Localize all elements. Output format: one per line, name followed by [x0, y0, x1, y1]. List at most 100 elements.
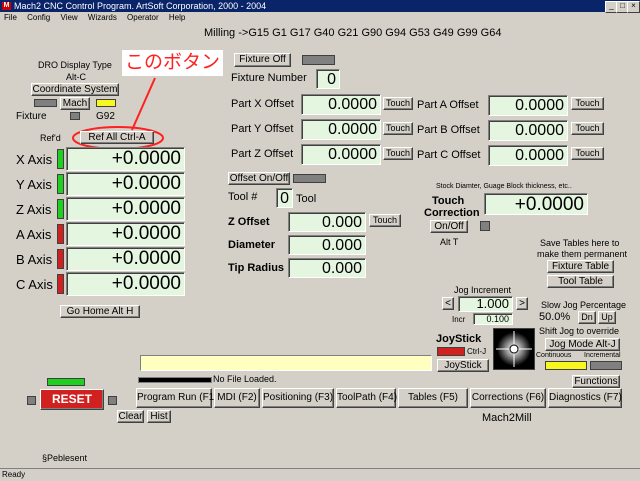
- menu-help[interactable]: Help: [169, 12, 185, 24]
- annotation-arrow: [131, 77, 156, 131]
- part-y-offset-field[interactable]: 0.0000: [301, 119, 381, 140]
- diameter-label: Diameter: [228, 239, 276, 251]
- joystick-pad[interactable]: [493, 328, 535, 370]
- z-offset-field[interactable]: 0.000: [288, 212, 366, 232]
- profile-label: Mach2Mill: [482, 412, 532, 424]
- jog-increase-button[interactable]: >: [516, 297, 528, 310]
- tab-diagnostics[interactable]: Diagnostics (F7): [548, 388, 622, 408]
- incremental-led: [590, 361, 622, 370]
- part-a-touch-button[interactable]: Touch: [571, 97, 604, 110]
- jog-slow-down-button[interactable]: Dn: [578, 311, 596, 324]
- joystick-crosshair-icon: [496, 331, 532, 367]
- part-b-offset-label: Part B Offset: [417, 124, 480, 136]
- fixture-off-led: [302, 55, 335, 65]
- x-axis-ref-led: [57, 149, 64, 169]
- tab-program-run[interactable]: Program Run (F1): [136, 388, 218, 408]
- fixture-table-button[interactable]: Fixture Table: [547, 260, 614, 273]
- jog-slow-up-button[interactable]: Up: [598, 311, 616, 324]
- pebles-text: §Pebles: [42, 453, 75, 463]
- tool-number-field[interactable]: 0: [276, 188, 293, 208]
- part-x-offset-field[interactable]: 0.0000: [301, 94, 381, 115]
- touch-correction-onoff-button[interactable]: On/Off: [430, 220, 468, 233]
- jog-decrease-button[interactable]: <: [442, 297, 454, 310]
- tool-number-label: Tool #: [228, 191, 258, 203]
- part-z-offset-field[interactable]: 0.0000: [301, 144, 381, 165]
- part-a-offset-field[interactable]: 0.0000: [488, 95, 568, 116]
- right-indicator-led: [108, 396, 117, 405]
- annotation-label: このボタン: [122, 50, 224, 76]
- fixture-label: Fixture: [16, 111, 47, 122]
- mach-led: [34, 99, 57, 107]
- fixture-number-label: Fixture Number: [231, 72, 307, 84]
- menu-bar: File Config View Wizards Operator Help: [0, 12, 640, 24]
- z-axis-dro[interactable]: +0.0000: [66, 197, 185, 221]
- x-axis-dro[interactable]: +0.0000: [66, 147, 185, 171]
- z-offset-touch-button[interactable]: Touch: [369, 214, 401, 227]
- tab-corrections[interactable]: Corrections (F6): [470, 388, 546, 408]
- pebles-label: §Peblesent: [42, 453, 87, 463]
- window-title: Mach2 CNC Control Program. ArtSoft Corpo…: [14, 1, 267, 11]
- file-status-label: No File Loaded.: [213, 374, 277, 384]
- fixture-off-button[interactable]: Fixture Off: [234, 53, 291, 67]
- part-x-touch-button[interactable]: Touch: [383, 97, 413, 110]
- menu-config[interactable]: Config: [27, 12, 50, 24]
- part-b-touch-button[interactable]: Touch: [571, 122, 604, 135]
- b-axis-dro[interactable]: +0.0000: [66, 247, 185, 271]
- joystick-button[interactable]: JoyStick: [437, 359, 489, 372]
- jog-increment-field[interactable]: 1.000: [458, 296, 513, 312]
- stock-note: Stock Diamter, Guage Block thickness, et…: [436, 183, 572, 190]
- touch-correction-label-1: Touch: [432, 195, 465, 207]
- part-b-offset-field[interactable]: 0.0000: [488, 120, 568, 141]
- y-axis-ref-led: [57, 174, 64, 194]
- ref-all-button[interactable]: Ref All Ctrl-A: [80, 131, 154, 144]
- touch-correction-led: [480, 221, 490, 231]
- menu-wizards[interactable]: Wizards: [88, 12, 117, 24]
- c-axis-dro[interactable]: +0.0000: [66, 272, 185, 296]
- part-z-touch-button[interactable]: Touch: [383, 147, 413, 160]
- hist-button[interactable]: Hist: [147, 410, 171, 423]
- y-axis-dro[interactable]: +0.0000: [66, 172, 185, 196]
- a-axis-label: A Axis: [16, 227, 52, 242]
- reset-button[interactable]: RESET: [40, 389, 104, 410]
- slow-jog-percent: 50.0%: [539, 311, 571, 323]
- shift-jog-note: Shift Jog to override: [539, 326, 620, 336]
- tool-table-button[interactable]: Tool Table: [547, 275, 614, 288]
- joystick-ctrl-j-label: Ctrl-J: [467, 347, 487, 356]
- message-line: [140, 355, 432, 371]
- ent-text: ent: [74, 453, 88, 463]
- a-axis-dro[interactable]: +0.0000: [66, 222, 185, 246]
- joystick-label: JoyStick: [436, 333, 482, 345]
- c-axis-label: C Axis: [16, 277, 53, 292]
- tip-radius-label: Tip Radius: [228, 262, 285, 274]
- tab-mdi[interactable]: MDI (F2): [214, 388, 260, 408]
- alt-t-label: Alt T: [440, 237, 459, 247]
- part-c-touch-button[interactable]: Touch: [571, 147, 604, 160]
- tables-note-1: Save Tables here to: [540, 238, 620, 248]
- part-x-offset-label: Part X Offset: [231, 98, 294, 110]
- part-c-offset-label: Part C Offset: [417, 149, 481, 161]
- go-home-button[interactable]: Go Home Alt H: [60, 305, 140, 318]
- functions-button[interactable]: Functions: [572, 375, 620, 388]
- b-axis-label: B Axis: [16, 252, 53, 267]
- menu-operator[interactable]: Operator: [127, 12, 159, 24]
- status-bar: Ready: [0, 468, 640, 480]
- part-a-offset-label: Part A Offset: [417, 99, 479, 111]
- incr-field[interactable]: 0.100: [473, 313, 513, 325]
- clear-button[interactable]: Clear: [117, 410, 144, 423]
- offset-onoff-button[interactable]: Offset On/Off: [228, 172, 290, 185]
- part-y-touch-button[interactable]: Touch: [383, 122, 413, 135]
- menu-view[interactable]: View: [60, 12, 77, 24]
- tab-positioning[interactable]: Positioning (F3): [262, 388, 334, 408]
- touch-correction-field[interactable]: +0.0000: [484, 193, 588, 215]
- tip-radius-field[interactable]: 0.000: [288, 258, 366, 278]
- jog-mode-button[interactable]: Jog Mode Alt-J: [545, 338, 620, 351]
- diameter-field[interactable]: 0.000: [288, 235, 366, 255]
- tab-toolpath[interactable]: ToolPath (F4): [336, 388, 397, 408]
- tab-tables[interactable]: Tables (F5): [398, 388, 468, 408]
- fixture-number-field[interactable]: 0: [316, 69, 340, 89]
- continuous-led: [545, 361, 587, 370]
- menu-file[interactable]: File: [4, 12, 17, 24]
- part-c-offset-field[interactable]: 0.0000: [488, 145, 568, 166]
- c-axis-ref-led: [57, 274, 64, 294]
- z-axis-ref-led: [57, 199, 64, 219]
